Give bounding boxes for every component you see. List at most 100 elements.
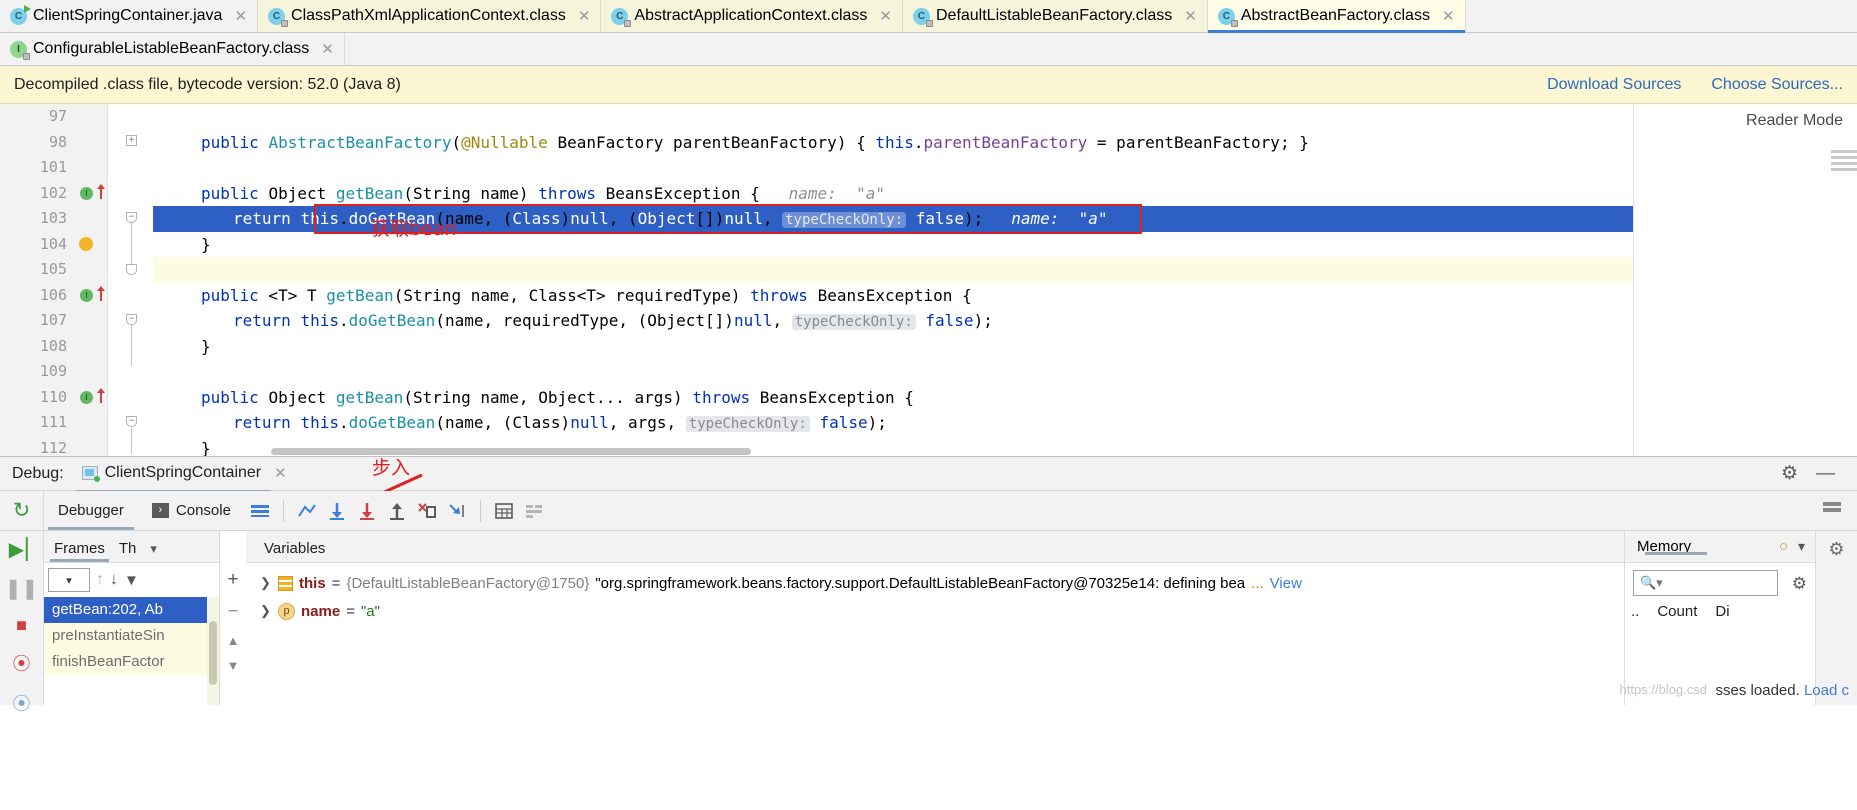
memory-column-diff[interactable]: Di bbox=[1715, 603, 1729, 620]
force-step-into-icon[interactable] bbox=[412, 496, 442, 526]
chevron-down-icon[interactable]: ▾ bbox=[1798, 538, 1805, 555]
evaluate-expression-icon[interactable] bbox=[489, 496, 519, 526]
editor-tab-abstract-application-context[interactable]: C AbstractApplicationContext.class ✕ bbox=[601, 0, 903, 32]
variable-row-name[interactable]: ❯ p name = "a" bbox=[246, 597, 1624, 625]
reader-mode-label[interactable]: Reader Mode bbox=[1634, 104, 1857, 130]
list-item[interactable]: getBean:202, Ab bbox=[44, 597, 219, 623]
minimize-icon[interactable]: — bbox=[1816, 463, 1835, 485]
memory-column-count[interactable]: Count bbox=[1657, 603, 1697, 620]
scroll-down-icon[interactable]: ▼ bbox=[227, 658, 240, 673]
chevron-down-icon[interactable]: ▾ bbox=[150, 541, 157, 562]
add-watch-icon[interactable]: + bbox=[227, 569, 238, 591]
fold-collapse-icon[interactable]: − bbox=[126, 314, 137, 325]
override-marker-icon[interactable] bbox=[97, 183, 105, 199]
breakpoint-icon[interactable]: I bbox=[80, 390, 93, 404]
view-value-link[interactable]: View bbox=[1270, 575, 1302, 592]
scroll-up-icon[interactable]: ▲ bbox=[227, 633, 240, 648]
code-line[interactable]: public Object getBean(String name, Objec… bbox=[153, 385, 1857, 411]
editor-tab-abstract-bean-factory[interactable]: C AbstractBeanFactory.class ✕ bbox=[1207, 0, 1466, 33]
close-icon[interactable]: ✕ bbox=[234, 9, 247, 24]
frames-list[interactable]: getBean:202, Ab preInstantiateSin finish… bbox=[44, 597, 219, 705]
code-line[interactable] bbox=[153, 104, 1857, 130]
close-icon[interactable]: ✕ bbox=[879, 9, 892, 24]
scrollbar-thumb[interactable] bbox=[271, 448, 751, 455]
fold-collapse-icon[interactable] bbox=[126, 264, 137, 275]
code-line[interactable]: return this.doGetBean(name, requiredType… bbox=[153, 308, 1857, 334]
editor-horizontal-scrollbar[interactable] bbox=[261, 446, 1511, 456]
fold-expand-icon[interactable]: + bbox=[126, 135, 137, 146]
load-classes-icon[interactable]: ○ bbox=[1779, 538, 1788, 555]
editor-tab-default-listable-bean-factory[interactable]: C DefaultListableBeanFactory.class ✕ bbox=[902, 0, 1208, 32]
thread-selector-combo[interactable]: ▾ bbox=[48, 568, 90, 592]
editor-tab-client-spring-container[interactable]: C ClientSpringContainer.java ✕ bbox=[0, 0, 259, 32]
fold-collapse-icon[interactable]: − bbox=[126, 416, 137, 427]
run-to-cursor-icon[interactable] bbox=[442, 496, 472, 526]
variables-tree[interactable]: ❯ this = {DefaultListableBeanFactory@175… bbox=[246, 563, 1624, 625]
tab-threads[interactable]: Th bbox=[119, 540, 137, 562]
filter-frames-icon[interactable]: ▼ bbox=[124, 572, 139, 589]
step-out-icon[interactable] bbox=[382, 496, 412, 526]
frames-down-icon[interactable]: ↓ bbox=[110, 571, 118, 589]
intention-bulb-icon[interactable] bbox=[79, 236, 93, 251]
debug-session-tab[interactable]: ClientSpringContainer ✕ bbox=[75, 464, 287, 493]
editor-minimap[interactable] bbox=[1831, 150, 1857, 174]
fold-collapse-icon[interactable]: − bbox=[126, 212, 137, 223]
show-execution-point-icon[interactable] bbox=[292, 496, 322, 526]
stop-program-icon[interactable]: ■ bbox=[16, 615, 27, 636]
pause-program-icon[interactable]: ❚❚ bbox=[5, 576, 39, 601]
load-classes-link[interactable]: Load c bbox=[1804, 682, 1849, 699]
code-line[interactable]: } bbox=[153, 334, 1857, 360]
step-into-icon[interactable] bbox=[352, 496, 382, 526]
gear-icon[interactable]: ⚙ bbox=[1781, 462, 1798, 485]
code-line[interactable] bbox=[153, 359, 1857, 385]
variable-row-this[interactable]: ❯ this = {DefaultListableBeanFactory@175… bbox=[246, 569, 1624, 597]
chevron-right-icon[interactable]: ❯ bbox=[260, 603, 272, 619]
chevron-right-icon[interactable]: ❯ bbox=[260, 575, 272, 591]
mute-breakpoints-icon[interactable] bbox=[519, 496, 549, 526]
memory-column-class[interactable]: .. bbox=[1631, 603, 1639, 620]
code-line[interactable]: return this.doGetBean(name, (Class)null,… bbox=[153, 410, 1857, 436]
frames-scrollbar[interactable] bbox=[207, 597, 219, 705]
settings-rail-icon[interactable]: ⚙ bbox=[1828, 539, 1844, 560]
debug-toolbar-overflow-icon[interactable] bbox=[1821, 500, 1857, 521]
view-breakpoints-icon[interactable]: ⦿ bbox=[13, 650, 31, 676]
tab-console[interactable]: › Console bbox=[138, 491, 245, 530]
scrollbar-thumb[interactable] bbox=[209, 621, 217, 685]
tab-variables[interactable]: Variables bbox=[264, 540, 325, 562]
editor-fold-column[interactable]: + − − − bbox=[108, 104, 153, 456]
close-icon[interactable]: ✕ bbox=[1442, 9, 1455, 24]
gear-icon[interactable]: ⚙ bbox=[1786, 566, 1815, 594]
list-item[interactable]: preInstantiateSin bbox=[44, 623, 219, 649]
rerun-icon[interactable]: ↻ bbox=[13, 498, 31, 523]
breakpoint-icon[interactable]: I bbox=[80, 186, 93, 200]
close-icon[interactable]: ✕ bbox=[578, 9, 591, 24]
resume-program-icon[interactable]: ▶⎢ bbox=[9, 537, 34, 562]
code-line[interactable]: public Object getBean(String name) throw… bbox=[153, 181, 1857, 207]
code-line[interactable]: public <T> T getBean(String name, Class<… bbox=[153, 283, 1857, 309]
step-over-icon[interactable] bbox=[322, 496, 352, 526]
close-icon[interactable]: ✕ bbox=[321, 42, 334, 57]
code-text-area[interactable]: public AbstractBeanFactory(@Nullable Bea… bbox=[153, 104, 1857, 456]
editor-tab-configurable-listable-bean-factory[interactable]: I ConfigurableListableBeanFactory.class … bbox=[0, 33, 345, 65]
frames-up-icon[interactable]: ↑ bbox=[96, 571, 104, 589]
download-sources-link[interactable]: Download Sources bbox=[1547, 76, 1681, 94]
remove-watch-icon[interactable]: − bbox=[227, 601, 238, 623]
close-icon[interactable]: ✕ bbox=[274, 464, 287, 482]
code-line[interactable] bbox=[153, 155, 1857, 181]
code-editor[interactable]: 97 98 101 102 I 103 104 105 106 I 107 108 … bbox=[0, 104, 1857, 456]
list-item[interactable]: finishBeanFactor bbox=[44, 649, 219, 675]
layout-icon[interactable] bbox=[245, 496, 275, 526]
memory-search-input[interactable]: 🔍▾ bbox=[1633, 570, 1778, 596]
override-marker-icon[interactable] bbox=[97, 387, 105, 403]
close-icon[interactable]: ✕ bbox=[1184, 9, 1197, 24]
tab-memory[interactable]: Memory bbox=[1637, 538, 1708, 555]
tab-debugger[interactable]: Debugger bbox=[44, 491, 138, 530]
choose-sources-link[interactable]: Choose Sources... bbox=[1711, 76, 1843, 94]
code-line-caret[interactable] bbox=[153, 257, 1857, 283]
mute-breakpoints-rail-icon[interactable]: ⦿ bbox=[13, 690, 31, 716]
tab-frames[interactable]: Frames bbox=[50, 540, 109, 562]
code-line[interactable]: public AbstractBeanFactory(@Nullable Bea… bbox=[153, 130, 1857, 156]
breakpoint-icon[interactable]: I bbox=[80, 288, 93, 302]
editor-tab-classpath-xml-application-context[interactable]: C ClassPathXmlApplicationContext.class ✕ bbox=[258, 0, 602, 32]
override-marker-icon[interactable] bbox=[97, 285, 105, 301]
